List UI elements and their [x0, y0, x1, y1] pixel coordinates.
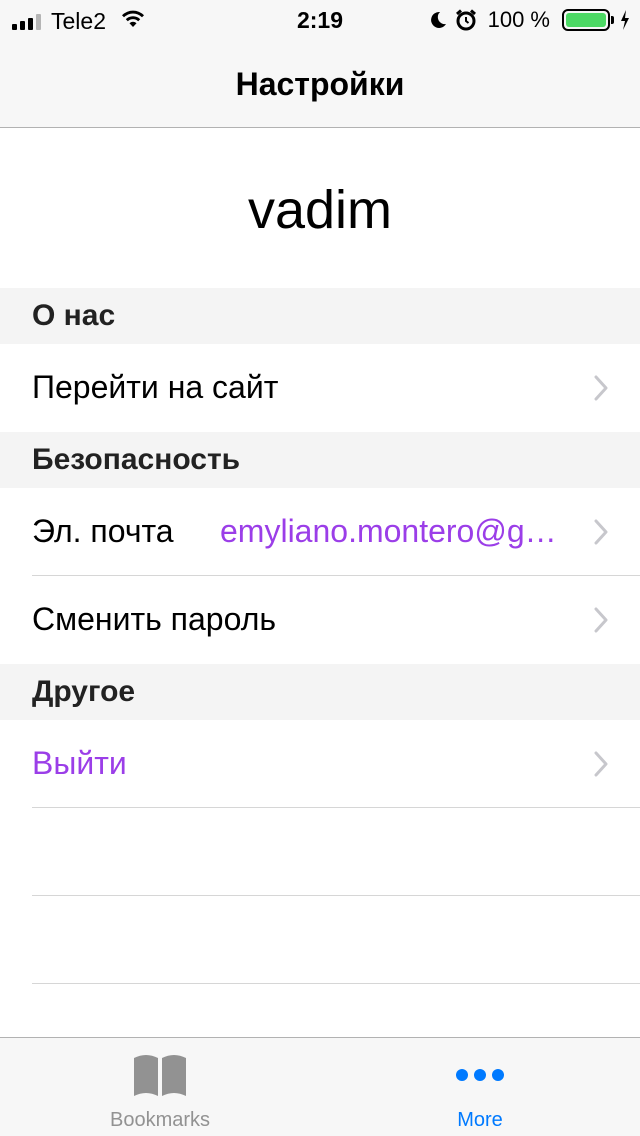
chevron-right-icon [594, 519, 608, 545]
logout-label: Выйти [32, 745, 127, 781]
email-value: emyliano.montero@gmail.com [220, 513, 572, 549]
charging-icon [620, 10, 630, 30]
section-header-security: Безопасность [0, 432, 640, 488]
row-logout[interactable]: Выйти [0, 720, 640, 808]
status-right: 100 % [422, 6, 630, 34]
user-name: vadim [247, 180, 393, 240]
battery-icon [562, 9, 614, 31]
row-go-to-website[interactable]: Перейти на сайт [0, 344, 640, 432]
status-bar: Tele2 2:19 100 % [0, 0, 640, 40]
row-label: Сменить пароль [32, 601, 277, 637]
tab-bar: Bookmarks More [0, 1037, 640, 1136]
signal-icon [12, 12, 41, 30]
carrier-name: Tele2 [51, 7, 106, 34]
row-separator [32, 983, 640, 984]
chevron-right-icon [594, 751, 608, 777]
more-icon [456, 1069, 504, 1081]
battery-percent: 100 % [487, 7, 550, 32]
tab-bookmarks[interactable]: Bookmarks [0, 1038, 320, 1136]
chevron-right-icon [594, 375, 608, 401]
page-title: Настройки [235, 66, 405, 102]
tab-label: More [457, 1109, 503, 1131]
section-title: Другое [32, 675, 136, 708]
row-label: Перейти на сайт [32, 369, 279, 405]
alarm-icon [454, 8, 478, 32]
row-label: Эл. почта [32, 513, 174, 549]
row-email[interactable]: Эл. почта emyliano.montero@gmail.com [0, 488, 640, 576]
tab-more[interactable]: More [320, 1038, 640, 1136]
section-header-about: О нас [0, 288, 640, 344]
tab-label: Bookmarks [109, 1109, 211, 1131]
row-separator [32, 807, 640, 808]
status-left: Tele2 [12, 8, 146, 34]
section-title: Безопасность [32, 443, 241, 476]
wifi-icon [120, 9, 146, 34]
chevron-right-icon [594, 607, 608, 633]
row-change-password[interactable]: Сменить пароль [0, 576, 640, 664]
navigation-bar: Настройки [0, 40, 640, 128]
section-title: О нас [32, 299, 116, 332]
section-header-other: Другое [0, 664, 640, 720]
profile-header: vadim [0, 129, 640, 288]
moon-icon [428, 10, 448, 30]
row-separator [32, 895, 640, 896]
book-icon [134, 1055, 186, 1096]
